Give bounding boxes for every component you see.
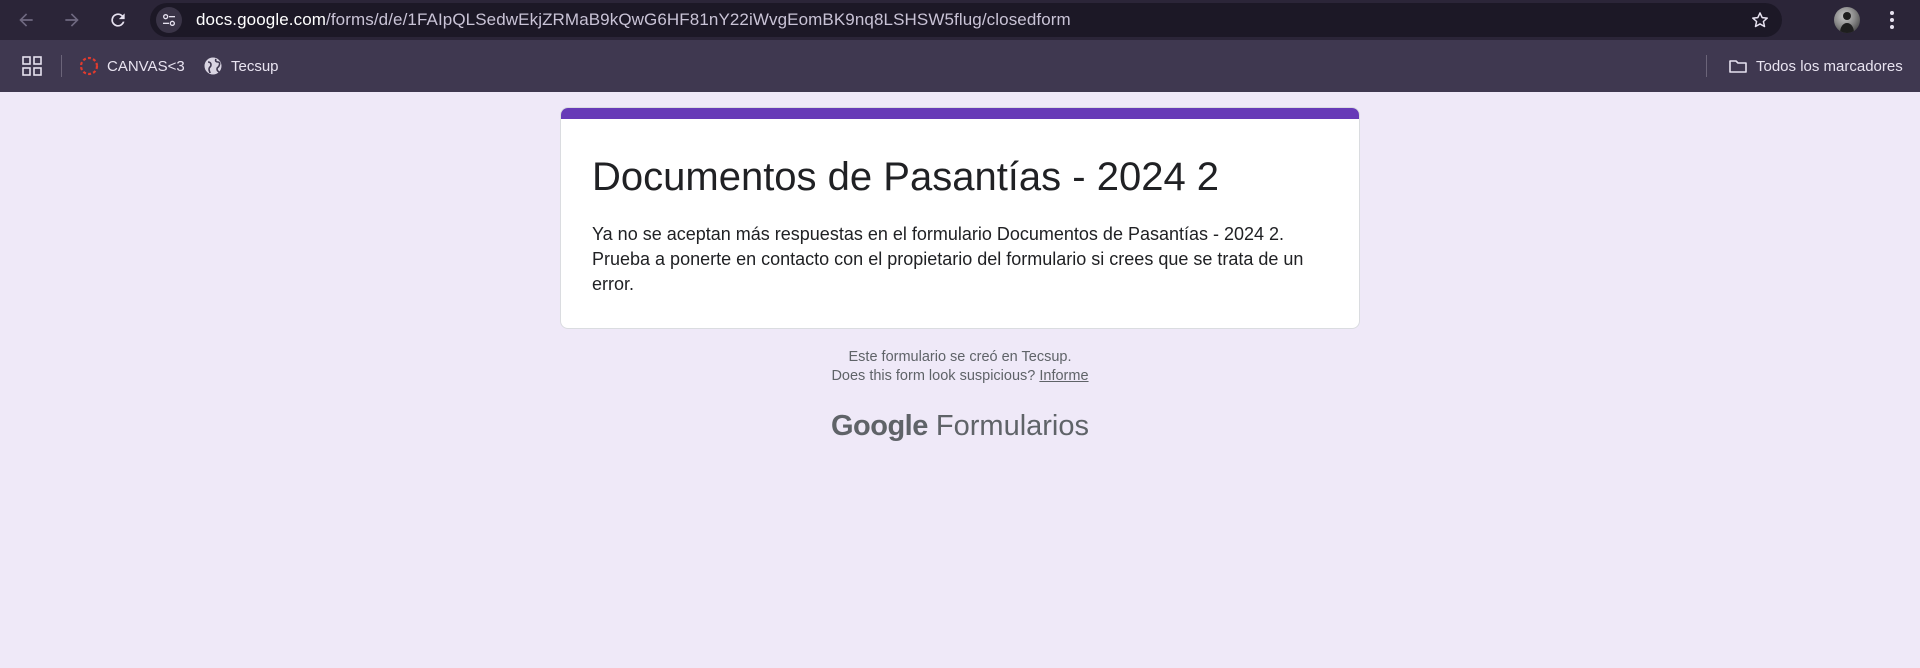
bookmark-tecsup-label: Tecsup — [231, 57, 279, 75]
site-info-button[interactable] — [156, 7, 182, 33]
star-icon[interactable] — [1750, 10, 1770, 30]
canvas-icon — [79, 56, 99, 76]
url-text[interactable]: docs.google.com/forms/d/e/1FAIpQLSedwEkj… — [196, 3, 1071, 37]
google-forms-logo[interactable]: Google Formularios — [560, 410, 1360, 443]
back-button[interactable] — [12, 6, 40, 34]
closed-form-card: Documentos de Pasantías - 2024 2 Ya no s… — [560, 107, 1360, 329]
browser-menu-button[interactable] — [1880, 8, 1904, 32]
all-bookmarks-label: Todos los marcadores — [1756, 57, 1903, 75]
globe-icon — [204, 57, 222, 75]
profile-avatar[interactable] — [1834, 7, 1860, 33]
bookmarks-separator-right — [1706, 55, 1707, 77]
bookmark-tecsup[interactable]: Tecsup — [203, 52, 279, 80]
google-wordmark: Google — [830, 410, 928, 442]
url-path: /forms/d/e/1FAIpQLSedwEkjZRMaB9kQwG6HF81… — [326, 10, 1071, 29]
bookmarks-bar — [0, 40, 1920, 92]
bookmark-canvas-label: CANVAS<3 — [107, 57, 185, 75]
bookmark-canvas[interactable]: CANVAS<3 — [79, 52, 185, 80]
report-link[interactable]: Informe — [1039, 368, 1088, 384]
form-footer: Este formulario se creó en Tecsup. Does … — [560, 348, 1360, 386]
arrow-left-icon — [19, 13, 33, 27]
person-icon — [1840, 12, 1854, 33]
bookmarks-separator — [61, 55, 62, 77]
forms-wordmark: Formularios — [935, 410, 1090, 442]
reload-button[interactable] — [104, 6, 132, 34]
tune-icon — [163, 13, 175, 26]
arrow-right-icon — [65, 13, 79, 27]
suspicious-text: Does this form look suspicious? — [831, 368, 1036, 384]
kebab-menu-icon — [1890, 11, 1894, 29]
suspicious-line: Does this form look suspicious? Informe — [560, 367, 1360, 386]
form-title: Documentos de Pasantías - 2024 2 — [592, 155, 1220, 199]
address-bar[interactable]: docs.google.com/forms/d/e/1FAIpQLSedwEkj… — [150, 3, 1782, 37]
reload-icon — [111, 13, 125, 27]
card-accent-bar — [561, 108, 1359, 119]
all-bookmarks-button[interactable]: Todos los marcadores — [1728, 52, 1903, 80]
forward-button[interactable] — [58, 6, 86, 34]
form-closed-message: Ya no se aceptan más respuestas en el fo… — [592, 224, 1304, 294]
created-in-text: Este formulario se creó en Tecsup. — [848, 349, 1072, 365]
browser-toolbar: docs.google.com/forms/d/e/1FAIpQLSedwEkj… — [0, 0, 1920, 40]
apps-grid-icon[interactable] — [22, 56, 42, 76]
url-host: docs.google.com — [196, 10, 327, 29]
folder-icon — [1729, 60, 1747, 73]
